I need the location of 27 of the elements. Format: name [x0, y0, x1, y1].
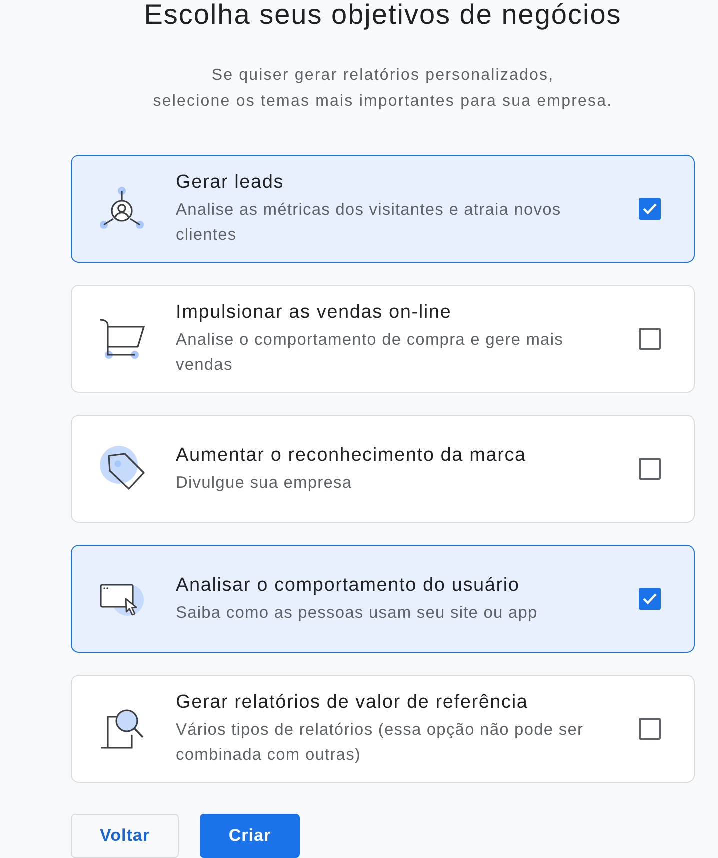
check-icon	[643, 593, 657, 605]
check-icon	[643, 203, 657, 215]
objective-description: Vários tipos de relatórios (essa opção não pode ser combinada com outras)	[176, 720, 585, 766]
objective-title: Aumentar o reconhecimento da marca	[176, 444, 528, 468]
checkbox[interactable]	[639, 328, 661, 350]
checkbox[interactable]	[639, 588, 661, 610]
objective-card[interactable]: Aumentar o reconhecimento da marca Divulgue sua empresa	[71, 415, 695, 523]
checkbox[interactable]	[639, 458, 661, 480]
objective-description: Analise o comportamento de compra e gere mais vendas	[176, 330, 564, 376]
checkbox[interactable]	[639, 718, 661, 740]
objective-description: Divulgue sua empresa	[176, 472, 354, 494]
objective-description: Saiba como as pessoas usam seu site ou app	[176, 602, 539, 624]
objective-title: Gerar leads	[176, 171, 286, 195]
objective-card[interactable]: Gerar relatórios de valor de referência Vários tipos de relatórios (essa opção não pode ser combinada com outras)	[71, 675, 695, 783]
objective-card[interactable]: Gerar leads Analise as métricas dos visitantes e atraia novos clientes	[71, 155, 695, 263]
page-subtitle: Se quiser gerar relatórios personalizados, selecione os temas mais importantes para sua empresa.	[153, 66, 613, 112]
page-title: Escolha seus objetivos de negócios	[144, 0, 622, 30]
checkbox[interactable]	[639, 198, 661, 220]
objective-card[interactable]: Impulsionar as vendas on-line Analise o comportamento de compra e gere mais vendas	[71, 285, 695, 393]
objective-title: Analisar o comportamento do usuário	[176, 574, 521, 598]
create-button[interactable]: Criar	[200, 814, 300, 858]
objective-card[interactable]: Analisar o comportamento do usuário Saiba como as pessoas usam seu site ou app	[71, 545, 695, 653]
objective-description: Analise as métricas dos visitantes e atraia novos clientes	[176, 200, 562, 246]
objective-title: Impulsionar as vendas on-line	[176, 301, 453, 325]
objective-title: Gerar relatórios de valor de referência	[176, 691, 530, 715]
back-button[interactable]: Voltar	[71, 814, 179, 858]
price-tag-icon	[98, 445, 146, 493]
